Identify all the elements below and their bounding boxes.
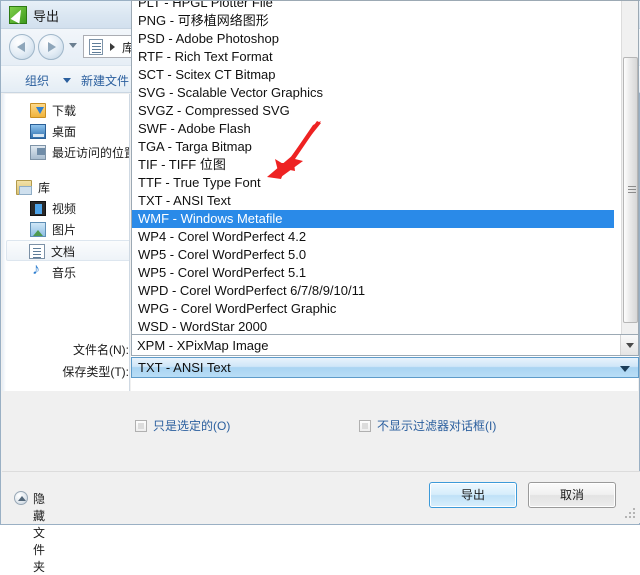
desktop-icon: [30, 124, 46, 139]
recent-places-icon: [30, 145, 46, 160]
sidebar-item-label: 图片: [52, 223, 77, 237]
sidebar-item-label: 最近访问的位置: [52, 146, 130, 160]
sidebar-item-label: 下载: [52, 104, 77, 118]
window-title: 导出: [33, 9, 60, 24]
chevron-down-icon[interactable]: [69, 43, 77, 48]
library-folder-icon: [16, 180, 32, 195]
chevron-up-circle-icon: [14, 491, 28, 505]
sidebar-item-label: 库: [38, 181, 51, 195]
dropdown-item-14[interactable]: WP5 - Corel WordPerfect 5.0: [132, 246, 622, 264]
dropdown-item-8[interactable]: TGA - Targa Bitmap: [132, 138, 622, 156]
export-green-icon: [9, 6, 27, 24]
checkbox-box-icon[interactable]: [135, 420, 147, 432]
savetype-value: TXT - ANSI Text: [138, 360, 231, 375]
dropdown-item-13[interactable]: WP4 - Corel WordPerfect 4.2: [132, 228, 622, 246]
organize-button[interactable]: 组织: [25, 72, 49, 89]
sidebar-item-label: 视频: [52, 202, 77, 216]
checkbox-box-icon[interactable]: [359, 420, 371, 432]
chevron-right-icon: [110, 43, 115, 51]
library-doc-icon: [89, 39, 103, 55]
checkbox-label: 只是选定的(O): [153, 419, 231, 433]
chevron-down-icon[interactable]: [620, 335, 638, 355]
back-arrow-icon: [17, 42, 25, 52]
forward-button[interactable]: [38, 34, 64, 60]
dropdown-item-10[interactable]: TTF - True Type Font: [132, 174, 622, 192]
sidebar-item-label: 桌面: [52, 125, 77, 139]
video-icon: [30, 201, 46, 216]
dropdown-item-0[interactable]: PLT - HPGL Plotter File: [132, 1, 622, 12]
sidebar-item-label: 文档: [51, 245, 76, 259]
dropdown-item-3[interactable]: RTF - Rich Text Format: [132, 48, 622, 66]
dropdown-item-12[interactable]: WMF - Windows Metafile: [132, 210, 614, 228]
filetype-dropdown-list[interactable]: PLT - HPGL Plotter File PNG - 可移植网络图形 PSD …: [131, 0, 639, 352]
download-folder-icon: [30, 103, 46, 118]
chevron-down-icon[interactable]: [63, 78, 71, 83]
dropdown-item-16[interactable]: WPD - Corel WordPerfect 6/7/8/9/10/11: [132, 282, 622, 300]
sidebar-item-5[interactable]: 图片: [8, 219, 129, 240]
dropdown-scrollbar[interactable]: [621, 1, 638, 351]
savetype-combobox[interactable]: TXT - ANSI Text: [131, 357, 639, 378]
sidebar-item-7[interactable]: 音乐: [8, 261, 129, 283]
scrollbar-thumb[interactable]: [623, 57, 638, 323]
scrollbar-grip-icon: [628, 186, 636, 187]
export-dialog: 导出 库 组织 新建文件 下载桌面最近访问的位置库视频图片文档音乐 软件自学网 …: [0, 0, 640, 574]
back-button[interactable]: [9, 34, 35, 60]
new-folder-button[interactable]: 新建文件: [81, 72, 129, 89]
dropdown-item-15[interactable]: WP5 - Corel WordPerfect 5.1: [132, 264, 622, 282]
filename-input[interactable]: XPM - XPixMap Image: [131, 334, 639, 356]
filename-label: 文件名(N):: [73, 343, 129, 357]
export-button[interactable]: 导出: [429, 482, 517, 508]
dropdown-item-2[interactable]: PSD - Adobe Photoshop: [132, 30, 622, 48]
music-note-icon: [30, 261, 46, 280]
sidebar-item-6[interactable]: 文档: [6, 240, 129, 261]
sidebar-item-2[interactable]: 最近访问的位置: [8, 142, 130, 163]
dropdown-item-9[interactable]: TIF - TIFF 位图: [132, 156, 622, 174]
dropdown-items-container: PLT - HPGL Plotter File PNG - 可移植网络图形 PSD …: [132, 1, 622, 351]
dropdown-item-7[interactable]: SWF - Adobe Flash: [132, 120, 622, 138]
dropdown-item-5[interactable]: SVG - Scalable Vector Graphics: [132, 84, 622, 102]
dropdown-item-11[interactable]: TXT - ANSI Text: [132, 192, 622, 210]
sidebar-item-4[interactable]: 视频: [8, 198, 129, 219]
filename-value: XPM - XPixMap Image: [137, 338, 269, 353]
hide-folders-label: 隐藏文件夹: [33, 492, 46, 574]
cancel-button[interactable]: 取消: [528, 482, 616, 508]
document-icon: [29, 244, 45, 259]
sidebar-item-0[interactable]: 下载: [8, 100, 129, 121]
sidebar-item-3[interactable]: 库: [8, 177, 129, 198]
dropdown-item-1[interactable]: PNG - 可移植网络图形: [132, 12, 622, 30]
picture-icon: [30, 222, 46, 237]
chevron-down-icon[interactable]: [620, 366, 630, 372]
dropdown-item-6[interactable]: SVGZ - Compressed SVG: [132, 102, 622, 120]
sidebar-item-1[interactable]: 桌面: [8, 121, 129, 142]
resize-grip-icon[interactable]: [625, 508, 637, 520]
dialog-footer: 隐藏文件夹 导出 取消: [2, 471, 640, 574]
savetype-label: 保存类型(T):: [62, 365, 129, 379]
forward-arrow-icon: [48, 42, 56, 52]
sidebar-item-label: 音乐: [52, 266, 77, 280]
dropdown-item-4[interactable]: SCT - Scitex CT Bitmap: [132, 66, 622, 84]
dropdown-item-17[interactable]: WPG - Corel WordPerfect Graphic: [132, 300, 622, 318]
checkbox-label: 不显示过滤器对话框(I): [377, 419, 497, 433]
